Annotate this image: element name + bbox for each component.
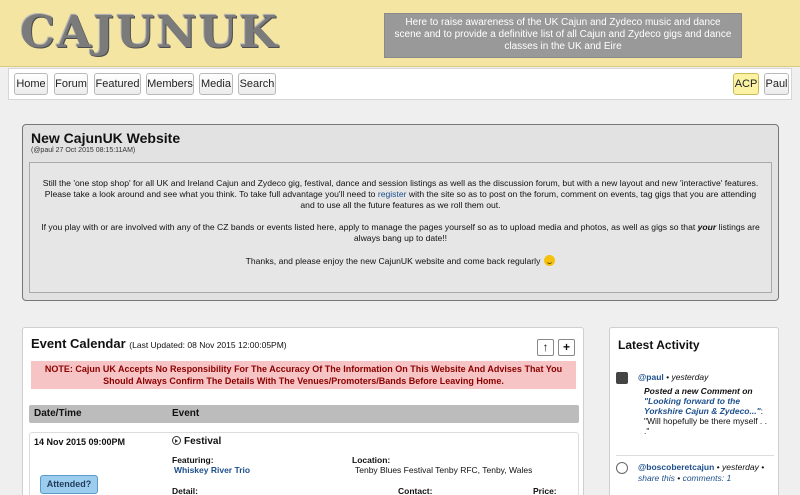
activity-header: @boscoberetcajun • yesterday • — [638, 462, 764, 472]
add-event-button[interactable]: + — [558, 339, 575, 356]
nav-members-button[interactable]: Members — [146, 73, 194, 95]
smiley-icon — [544, 255, 556, 266]
latest-activity-title: Latest Activity — [618, 338, 700, 352]
divider — [616, 455, 774, 456]
register-link[interactable]: register — [378, 189, 407, 199]
location-value: Tenby Blues Festival Tenby RFC, Tenby, W… — [355, 465, 533, 475]
contact-label: Contact: — [398, 486, 433, 495]
activity-time: • yesterday • — [714, 462, 765, 472]
activity-user-link[interactable]: @boscoberetcajun — [638, 462, 714, 472]
event-calendar-panel: Event Calendar (Last Updated: 08 Nov 201… — [22, 327, 584, 495]
activity-header: @paul • yesterday — [638, 372, 708, 382]
announcement-panel: New CajunUK Website (@paul 27 Oct 2015 0… — [22, 124, 779, 301]
comments-link[interactable]: comments: 1 — [683, 473, 732, 483]
text-span: If you play with or are involved with an… — [41, 222, 698, 232]
nav-forum-button[interactable]: Forum — [54, 73, 88, 95]
calendar-table-header: Date/Time Event — [29, 405, 579, 423]
latest-activity-panel: Latest Activity @paul • yesterday Posted… — [609, 327, 779, 495]
main-nav: Home Forum Featured Members Media Search… — [8, 68, 792, 100]
column-event: Event — [172, 408, 200, 419]
announcement-paragraph: Thanks, and please enjoy the new CajunUK… — [38, 255, 763, 267]
featuring-label: Featuring: — [172, 455, 214, 465]
activity-target-link[interactable]: "Looking forward to the Yorkshire Cajun … — [644, 396, 761, 416]
event-type-label: Festival — [184, 436, 222, 447]
event-calendar-title: Event Calendar (Last Updated: 08 Nov 201… — [31, 336, 287, 351]
play-circle-icon — [172, 436, 181, 445]
activity-action: Posted a new Comment on — [644, 386, 753, 396]
share-link[interactable]: share this — [638, 473, 675, 483]
emphasis-text: your — [697, 222, 717, 232]
calendar-title-text: Event Calendar — [31, 336, 126, 351]
activity-body: Posted a new Comment on "Looking forward… — [644, 386, 770, 436]
disclaimer-note: NOTE: Cajun UK Accepts No Responsibility… — [31, 361, 576, 389]
detail-label: Detail: — [172, 486, 198, 495]
nav-featured-button[interactable]: Featured — [94, 73, 141, 95]
nav-search-button[interactable]: Search — [238, 73, 276, 95]
nav-media-button[interactable]: Media — [199, 73, 233, 95]
activity-quote: "Will hopefully be there myself . . ." — [644, 416, 768, 436]
avatar[interactable] — [616, 372, 628, 384]
location-label: Location: — [352, 455, 391, 465]
activity-item: @paul • yesterday Posted a new Comment o… — [616, 372, 776, 452]
site-header: CAJUNUK Here to raise awareness of the U… — [0, 0, 800, 67]
calendar-updated-text: (Last Updated: 08 Nov 2015 12:00:05PM) — [129, 340, 287, 350]
site-tagline: Here to raise awareness of the UK Cajun … — [384, 13, 742, 58]
site-logo[interactable]: CAJUNUK — [20, 7, 279, 58]
attended-button[interactable]: Attended? — [40, 475, 98, 494]
event-row: 14 Nov 2015 09:00PM Festival Featuring: … — [29, 432, 579, 495]
announcement-title: New CajunUK Website — [31, 130, 181, 146]
activity-footer: share this • comments: 1 — [638, 473, 732, 483]
featuring-band-link[interactable]: Whiskey River Trio — [174, 465, 250, 475]
text-span: Thanks, and please enjoy the new CajunUK… — [245, 256, 541, 266]
avatar[interactable] — [616, 462, 628, 474]
event-datetime: 14 Nov 2015 09:00PM — [34, 437, 126, 447]
acp-button[interactable]: ACP — [733, 73, 759, 95]
activity-time: • yesterday — [663, 372, 709, 382]
announcement-meta: (@paul 27 Oct 2015 08:15:11AM) — [31, 147, 136, 154]
text-span: : — [760, 406, 763, 416]
announcement-paragraph: If you play with or are involved with an… — [38, 222, 763, 244]
column-date: Date/Time — [34, 408, 82, 419]
price-label: Price: — [533, 486, 557, 495]
user-menu-button[interactable]: Paul — [764, 73, 789, 95]
activity-item: @boscoberetcajun • yesterday • share thi… — [616, 462, 776, 492]
event-type[interactable]: Festival — [172, 436, 221, 447]
announcement-body: Still the 'one stop shop' for all UK and… — [29, 162, 772, 293]
scroll-up-button[interactable]: ↑ — [537, 339, 554, 356]
announcement-paragraph: Still the 'one stop shop' for all UK and… — [38, 178, 763, 211]
nav-home-button[interactable]: Home — [14, 73, 48, 95]
activity-user-link[interactable]: @paul — [638, 372, 664, 382]
